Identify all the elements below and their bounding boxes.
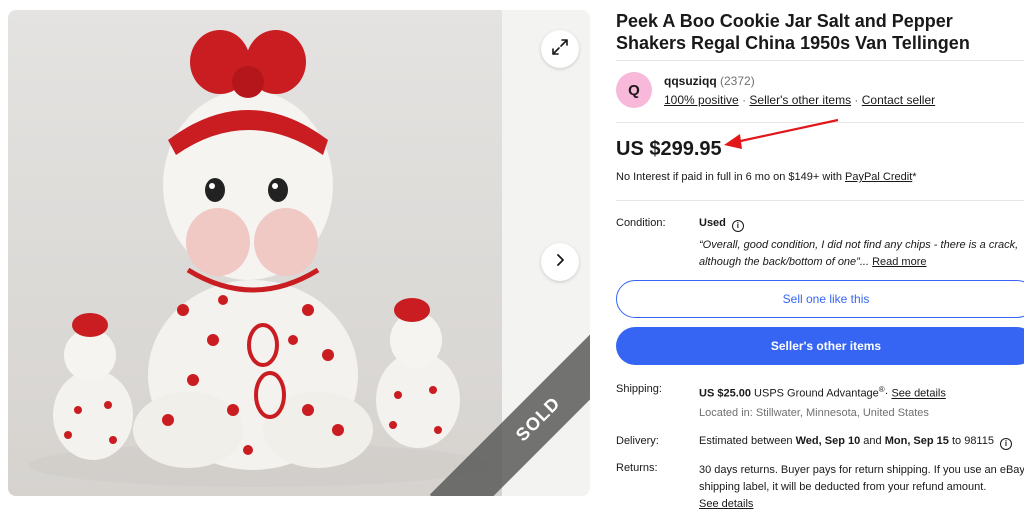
delivery-start: Wed, Sep 10 (795, 435, 861, 447)
sold-label: SOLD (511, 392, 564, 445)
sellers-other-items-button[interactable]: Seller's other items (616, 327, 1024, 365)
delivery-prefix: Estimated between (699, 435, 793, 447)
item-location: Located in: Stillwater, Minnesota, Unite… (699, 407, 929, 419)
returns-label: Returns: (616, 462, 658, 474)
seller-feedback-count: (2372) (720, 74, 755, 88)
returns-details-link[interactable]: See details (699, 498, 753, 510)
shipping-cost: US $25.00 (699, 387, 751, 400)
condition-value-line: Used i (699, 217, 744, 232)
divider (616, 60, 1024, 61)
delivery-zip: to 98115 (951, 435, 994, 447)
positive-feedback-link[interactable]: 100% positive (664, 93, 739, 107)
condition-ellipsis: ... (859, 256, 870, 268)
separator: · (854, 93, 859, 107)
condition-value: Used (699, 217, 726, 229)
shipping-label: Shipping: (616, 383, 662, 395)
delivery-label: Delivery: (616, 435, 659, 447)
image-gallery: SOLD (8, 10, 590, 496)
returns-policy: 30 days returns. Buyer pays for return s… (699, 462, 1024, 510)
expand-icon (551, 38, 569, 61)
cookie-jar-illustration (28, 30, 488, 487)
shipping-value-line: US $25.00 USPS Ground Advantage®· See de… (699, 385, 946, 400)
delivery-and: and (863, 435, 882, 447)
seller-card: Q qqsuziqq (2372) 100% positive · Seller… (616, 70, 1024, 114)
info-icon[interactable]: i (999, 437, 1012, 450)
sell-one-like-this-button[interactable]: Sell one like this (616, 280, 1024, 318)
read-more-link[interactable]: Read more (872, 256, 926, 268)
product-photo[interactable] (8, 10, 502, 496)
condition-label: Condition: (616, 217, 666, 229)
listing-title: Peek A Boo Cookie Jar Salt and Pepper Sh… (616, 11, 970, 53)
seller-links: 100% positive · Seller's other items · C… (664, 93, 935, 107)
shipping-details-link[interactable]: See details (891, 388, 945, 400)
seller-name-line: qqsuziqq (2372) (664, 74, 755, 88)
paypal-credit-link[interactable]: PayPal Credit (845, 171, 912, 183)
contact-seller-link[interactable]: Contact seller (862, 93, 935, 107)
delivery-end: Mon, Sep 15 (884, 435, 949, 447)
divider (616, 122, 1024, 123)
seller-other-items-link[interactable]: Seller's other items (749, 93, 851, 107)
financing-offer: No Interest if paid in full in 6 mo on $… (616, 171, 917, 183)
financing-text: No Interest if paid in full in 6 mo on $… (616, 171, 842, 183)
seller-name[interactable]: qqsuziqq (664, 74, 717, 88)
separator: · (742, 93, 747, 107)
chevron-right-icon (553, 253, 567, 272)
item-price: US $299.95 (616, 138, 722, 160)
financing-suffix: * (912, 171, 917, 183)
shipping-service: USPS Ground Advantage (754, 387, 879, 400)
next-image-button[interactable] (541, 243, 579, 281)
divider (616, 200, 1024, 201)
returns-text: 30 days returns. Buyer pays for return s… (699, 464, 1024, 493)
condition-quote: “Overall, good condition, I did not find… (699, 239, 1019, 268)
info-icon[interactable]: i (731, 219, 744, 232)
condition-description: “Overall, good condition, I did not find… (699, 237, 1024, 271)
seller-avatar[interactable]: Q (616, 72, 652, 108)
delivery-estimate: Estimated between Wed, Sep 10 and Mon, S… (699, 435, 1012, 450)
item-details-panel: Peek A Boo Cookie Jar Salt and Pepper Sh… (616, 0, 1024, 510)
expand-image-button[interactable] (541, 30, 579, 68)
separator: · (884, 387, 889, 400)
